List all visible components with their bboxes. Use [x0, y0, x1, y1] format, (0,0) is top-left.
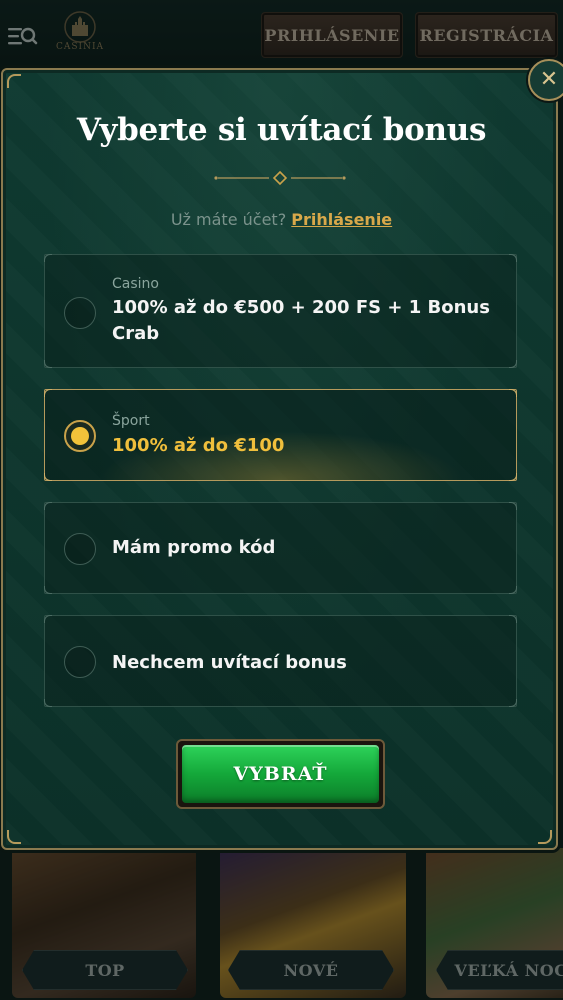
- option-corner: [509, 473, 517, 481]
- option-label: 100% až do €100: [112, 435, 285, 456]
- select-bonus-button[interactable]: VYBRAŤ: [176, 739, 385, 809]
- option-corner: [509, 586, 517, 594]
- modal-corner: [7, 830, 21, 844]
- option-corner: [44, 615, 52, 623]
- option-label: Nechcem uvítací bonus: [112, 652, 347, 673]
- close-button[interactable]: ✕: [528, 59, 563, 101]
- option-corner: [509, 699, 517, 707]
- bonus-option-none[interactable]: Nechcem uvítací bonus: [44, 615, 517, 707]
- radio-button-selected[interactable]: [64, 420, 96, 452]
- radio-button[interactable]: [64, 646, 96, 678]
- option-corner: [509, 360, 517, 368]
- close-icon: ✕: [539, 67, 559, 92]
- option-corner: [44, 360, 52, 368]
- radio-button[interactable]: [64, 533, 96, 565]
- option-corner: [44, 473, 52, 481]
- select-bonus-label: VYBRAŤ: [182, 745, 379, 803]
- option-label: Mám promo kód: [112, 537, 276, 558]
- option-corner: [44, 389, 52, 397]
- option-category: Casino: [112, 276, 159, 292]
- option-corner: [509, 502, 517, 510]
- bonus-option-promo-code[interactable]: Mám promo kód: [44, 502, 517, 594]
- radio-button[interactable]: [64, 297, 96, 329]
- option-label: 100% až do €500 + 200 FS + 1 Bonus Crab: [112, 297, 490, 344]
- account-question: Už máte účet?: [170, 210, 287, 229]
- modal-title: Vyberte si uvítací bonus: [76, 112, 487, 148]
- modal-corner: [7, 74, 21, 88]
- option-corner: [44, 502, 52, 510]
- option-corner: [44, 699, 52, 707]
- option-corner: [44, 586, 52, 594]
- account-prompt: Už máte účet? Prihlásenie: [0, 210, 563, 229]
- option-corner: [44, 254, 52, 262]
- login-link[interactable]: Prihlásenie: [291, 210, 392, 229]
- bonus-option-sport[interactable]: Šport 100% až do €100: [44, 389, 517, 481]
- ornament-divider-icon: [214, 170, 346, 186]
- bonus-option-casino[interactable]: Casino 100% až do €500 + 200 FS + 1 Bonu…: [44, 254, 517, 368]
- modal-corner: [538, 830, 552, 844]
- option-corner: [509, 615, 517, 623]
- option-corner: [509, 389, 517, 397]
- option-category: Šport: [112, 413, 150, 429]
- option-corner: [509, 254, 517, 262]
